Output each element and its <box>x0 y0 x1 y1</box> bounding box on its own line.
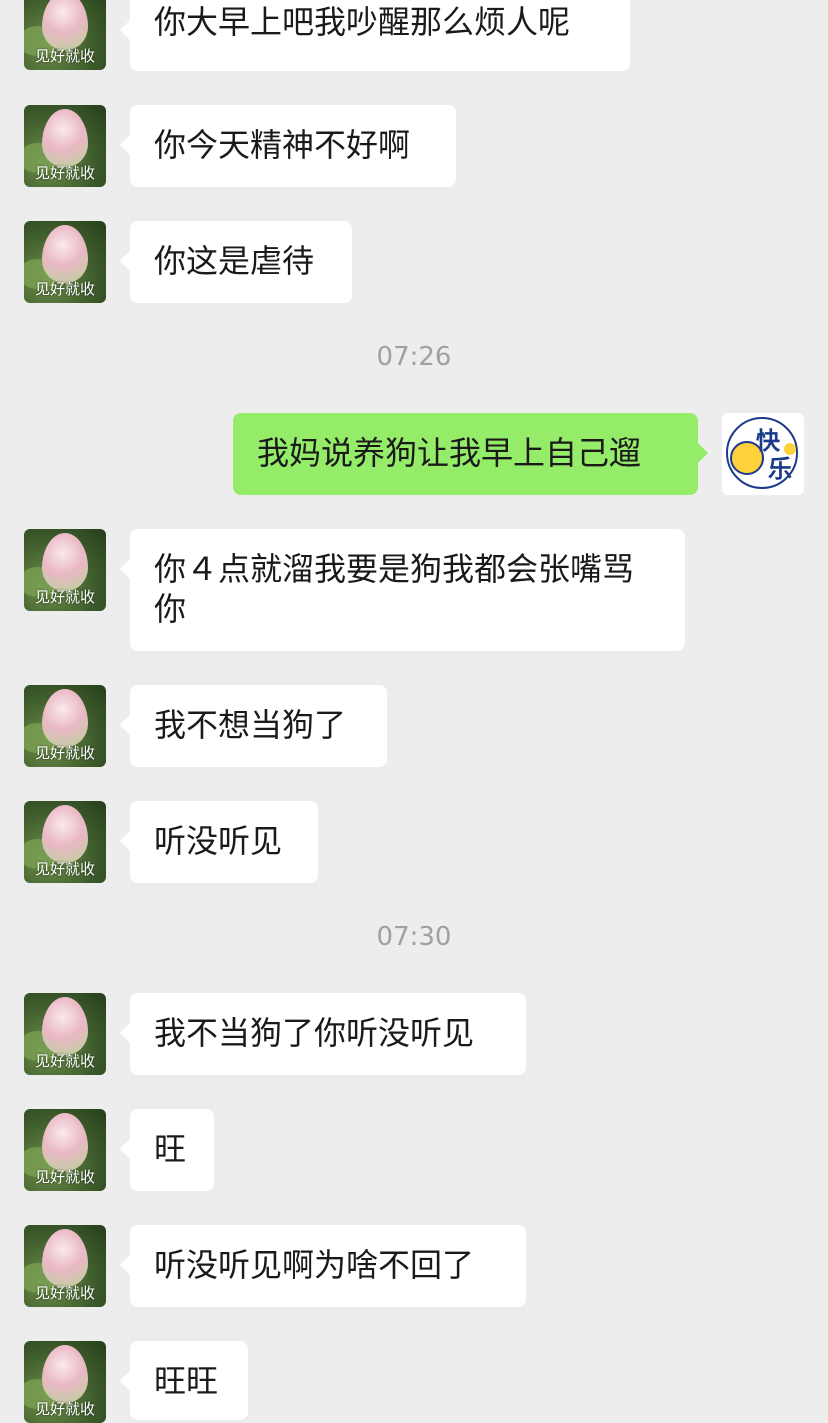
contact-avatar[interactable]: 见好就收 <box>24 1341 106 1423</box>
avatar-caption: 见好就收 <box>34 1052 95 1070</box>
timestamp: 07:26 <box>376 342 452 372</box>
avatar-caption: 见好就收 <box>34 1168 95 1186</box>
smile-icon <box>784 443 796 455</box>
contact-avatar[interactable]: 见好就收 <box>24 993 106 1075</box>
avatar-caption: 见好就收 <box>34 588 95 606</box>
message-bubble[interactable]: 你大早上吧我吵醒那么烦人呢 <box>120 0 630 71</box>
contact-avatar[interactable]: 见好就收 <box>24 801 106 883</box>
message-bubble[interactable]: 我不当狗了你听没听见 <box>120 993 526 1075</box>
message-bubble[interactable]: 你今天精神不好啊 <box>120 105 456 187</box>
message-bubble[interactable]: 听没听见啊为啥不回了 <box>120 1225 526 1307</box>
contact-avatar[interactable]: 见好就收 <box>24 105 106 187</box>
message-bubble[interactable]: 我不想当狗了 <box>120 685 387 767</box>
contact-avatar[interactable]: 见好就收 <box>24 685 106 767</box>
timestamp: 07:30 <box>376 922 452 952</box>
avatar-caption: 见好就收 <box>34 47 95 65</box>
self-avatar[interactable]: 快 乐 <box>722 413 804 495</box>
contact-avatar[interactable]: 见好就收 <box>24 1109 106 1191</box>
avatar-caption: 见好就收 <box>34 280 95 298</box>
message-bubble[interactable]: 旺旺 <box>120 1341 248 1420</box>
outgoing-message-bubble[interactable]: 我妈说养狗让我早上自己遛 <box>233 413 708 495</box>
message-bubble[interactable]: 你４点就溜我要是狗我都会张嘴骂 你 <box>120 529 685 651</box>
message-bubble[interactable]: 你这是虐待 <box>120 221 352 303</box>
avatar-caption: 见好就收 <box>34 1284 95 1302</box>
avatar-caption: 见好就收 <box>34 744 95 762</box>
avatar-caption: 见好就收 <box>34 860 95 878</box>
avatar-caption: 见好就收 <box>34 1400 95 1418</box>
avatar-caption: 见好就收 <box>34 164 95 182</box>
contact-avatar[interactable]: 见好就收 <box>24 529 106 611</box>
message-bubble[interactable]: 听没听见 <box>120 801 318 883</box>
contact-avatar[interactable]: 见好就收 <box>24 1225 106 1307</box>
contact-avatar[interactable]: 见好就收 <box>24 0 106 70</box>
message-bubble[interactable]: 旺 <box>120 1109 214 1191</box>
contact-avatar[interactable]: 见好就收 <box>24 221 106 303</box>
